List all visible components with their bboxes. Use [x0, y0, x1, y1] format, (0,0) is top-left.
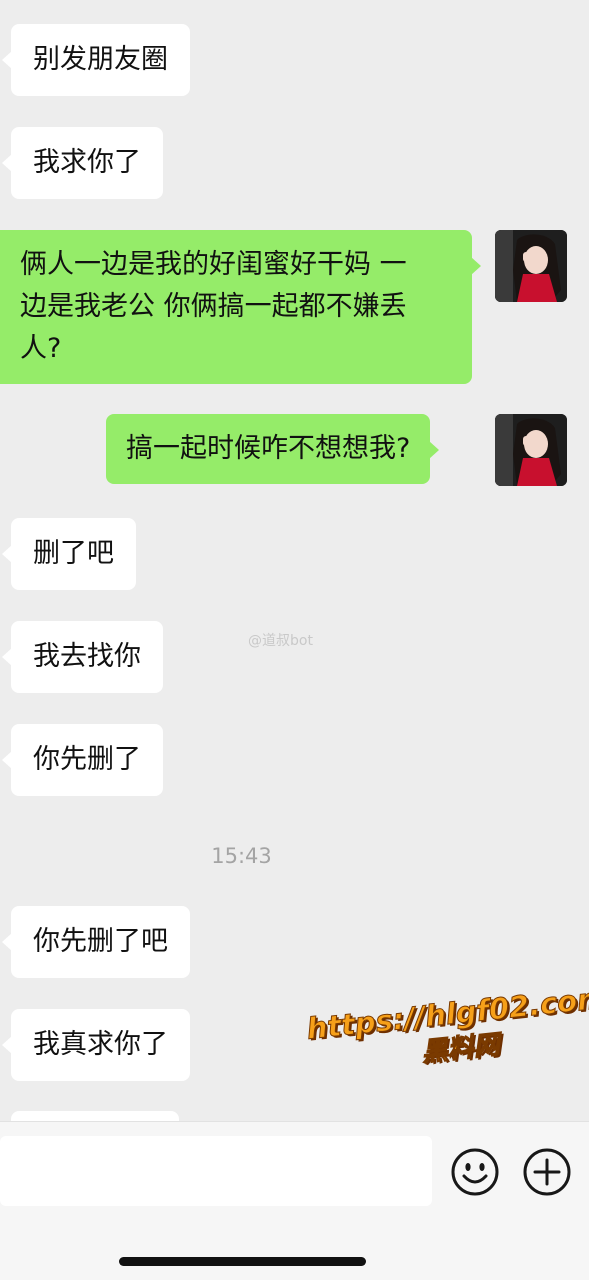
- message-text: 别发朋友圈: [33, 44, 168, 75]
- chat-screen: 别发朋友圈 我求你了 俩人一边是我的好闺蜜好干妈 一 边是我老公 你俩搞一起都不…: [0, 0, 589, 1280]
- message-text: 搞一起时候咋不想想我?: [126, 433, 411, 464]
- avatar-photo-icon: [495, 230, 567, 302]
- message-text-line: 边是我老公 你俩搞一起都不嫌丢: [20, 291, 407, 322]
- message-bubble-received[interactable]: 我真求你了: [2, 1009, 190, 1081]
- message-timestamp: 15:43: [211, 844, 272, 868]
- message-bubble-received[interactable]: 我去找你: [2, 621, 163, 693]
- message-bubble-received[interactable]: 我求你了: [2, 127, 163, 199]
- message-bubble-sent[interactable]: 搞一起时候咋不想想我?: [106, 414, 440, 484]
- message-bubble-received[interactable]: 你先删了吧: [2, 906, 190, 978]
- message-text: 你先删了: [33, 744, 141, 775]
- weibo-watermark-text: @道叔bot: [248, 633, 313, 649]
- message-bubble-received[interactable]: 删了吧: [2, 518, 136, 590]
- weibo-watermark: @道叔bot: [248, 630, 313, 650]
- chat-input-bar: [0, 1121, 589, 1280]
- message-text: 删了吧: [33, 538, 114, 569]
- smiley-face-icon: [451, 1148, 499, 1196]
- message-input[interactable]: [0, 1136, 432, 1206]
- message-text: 你先删了吧: [33, 926, 168, 957]
- message-text-line: 人?: [20, 333, 62, 364]
- site-watermark: https://hlgf02.com 黑料网: [304, 980, 589, 1080]
- user-avatar[interactable]: [495, 230, 567, 302]
- emoji-button[interactable]: [449, 1146, 501, 1198]
- more-options-button[interactable]: [521, 1146, 573, 1198]
- message-text: 我去找你: [33, 641, 141, 672]
- message-text-line: 俩人一边是我的好闺蜜好干妈 一: [20, 249, 407, 280]
- plus-circle-icon: [523, 1148, 571, 1196]
- message-bubble-sent[interactable]: 俩人一边是我的好闺蜜好干妈 一 边是我老公 你俩搞一起都不嫌丢 人?: [0, 230, 481, 384]
- message-text: 我真求你了: [33, 1029, 168, 1060]
- avatar-photo-icon: [495, 414, 567, 486]
- message-bubble-received[interactable]: 你先删了: [2, 724, 163, 796]
- message-bubble-received[interactable]: 别发朋友圈: [2, 24, 190, 96]
- message-text: 我求你了: [33, 147, 141, 178]
- home-indicator[interactable]: [119, 1257, 366, 1266]
- user-avatar[interactable]: [495, 414, 567, 486]
